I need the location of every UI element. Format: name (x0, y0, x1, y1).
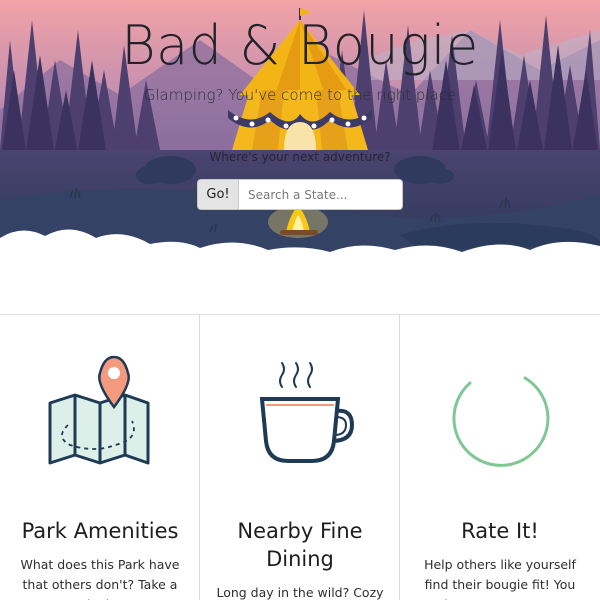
feature-card-rate-it[interactable]: Rate It! Help others like yourself find … (400, 315, 600, 600)
feature-text: What does this Park have that others don… (20, 557, 180, 600)
site-tagline: Glamping? You've come to the right place (143, 86, 457, 104)
feature-title: Park Amenities (21, 519, 179, 543)
search-prompt: Where's your next adventure? (209, 150, 391, 164)
feature-card-park-amenities[interactable]: Park Amenities What does this Park have … (0, 315, 200, 600)
state-search-input[interactable] (239, 179, 403, 210)
hero-banner: Bad & Bougie Glamping? You've come to th… (0, 0, 600, 268)
feature-text: Long day in the wild? Cozy (216, 585, 384, 600)
feature-title: Nearby Fine Dining (237, 519, 363, 571)
go-button[interactable]: Go! (197, 179, 239, 210)
coffee-cup-icon (200, 353, 400, 473)
loading-ring-icon (400, 353, 600, 473)
feature-text: Help others like yourself find their bou… (424, 557, 576, 600)
feature-title: Rate It! (461, 519, 539, 543)
feature-card-fine-dining[interactable]: Nearby Fine Dining Long day in the wild?… (200, 315, 400, 600)
features-section: Park Amenities What does this Park have … (0, 314, 600, 600)
state-search-form: Go! (197, 179, 403, 210)
site-title: Bad & Bougie (121, 14, 479, 77)
map-pin-icon (0, 353, 200, 473)
